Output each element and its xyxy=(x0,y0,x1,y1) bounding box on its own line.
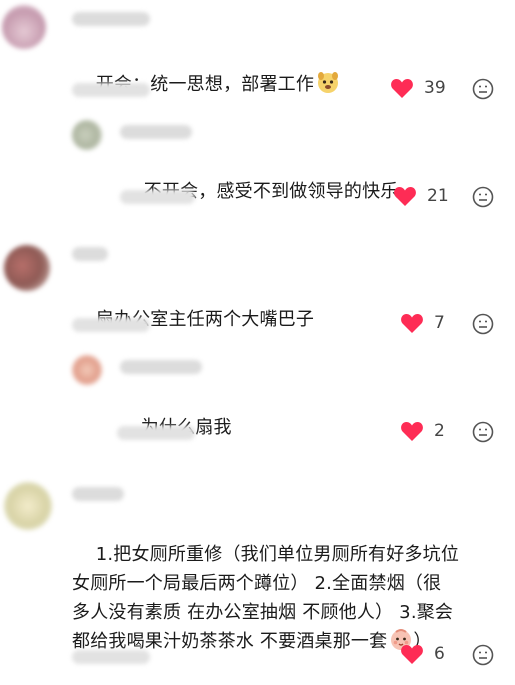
like-button[interactable]: 21 xyxy=(393,185,449,207)
avatar[interactable] xyxy=(72,355,102,385)
heart-icon xyxy=(401,314,423,333)
heart-icon xyxy=(401,645,423,664)
heart-icon xyxy=(401,422,423,441)
username[interactable] xyxy=(72,12,150,26)
comment-meta xyxy=(72,650,150,664)
dislike-icon[interactable] xyxy=(472,186,494,208)
like-button[interactable]: 7 xyxy=(400,312,445,334)
username[interactable] xyxy=(72,247,108,261)
username[interactable] xyxy=(120,125,192,139)
like-count: 2 xyxy=(434,421,445,441)
avatar[interactable] xyxy=(2,5,46,49)
comment-meta xyxy=(72,83,150,97)
dislike-icon[interactable] xyxy=(472,644,494,666)
dislike-icon[interactable] xyxy=(472,78,494,100)
like-count: 7 xyxy=(434,313,445,333)
like-count: 21 xyxy=(427,186,449,206)
dislike-icon[interactable] xyxy=(472,421,494,443)
like-button[interactable]: 39 xyxy=(390,77,446,99)
like-button[interactable]: 2 xyxy=(400,420,445,442)
like-count: 6 xyxy=(434,644,445,664)
heart-icon xyxy=(391,79,413,98)
username[interactable] xyxy=(72,487,124,501)
username[interactable] xyxy=(120,360,202,374)
avatar[interactable] xyxy=(72,120,102,150)
heart-icon xyxy=(394,187,416,206)
like-button[interactable]: 6 xyxy=(400,643,445,665)
avatar[interactable] xyxy=(4,245,50,291)
dislike-icon[interactable] xyxy=(472,313,494,335)
dog-emoji-icon xyxy=(318,72,339,93)
avatar[interactable] xyxy=(4,482,52,530)
like-count: 39 xyxy=(424,78,446,98)
comment-meta xyxy=(120,190,195,204)
comment-meta xyxy=(72,318,150,332)
comment-meta xyxy=(117,426,195,440)
